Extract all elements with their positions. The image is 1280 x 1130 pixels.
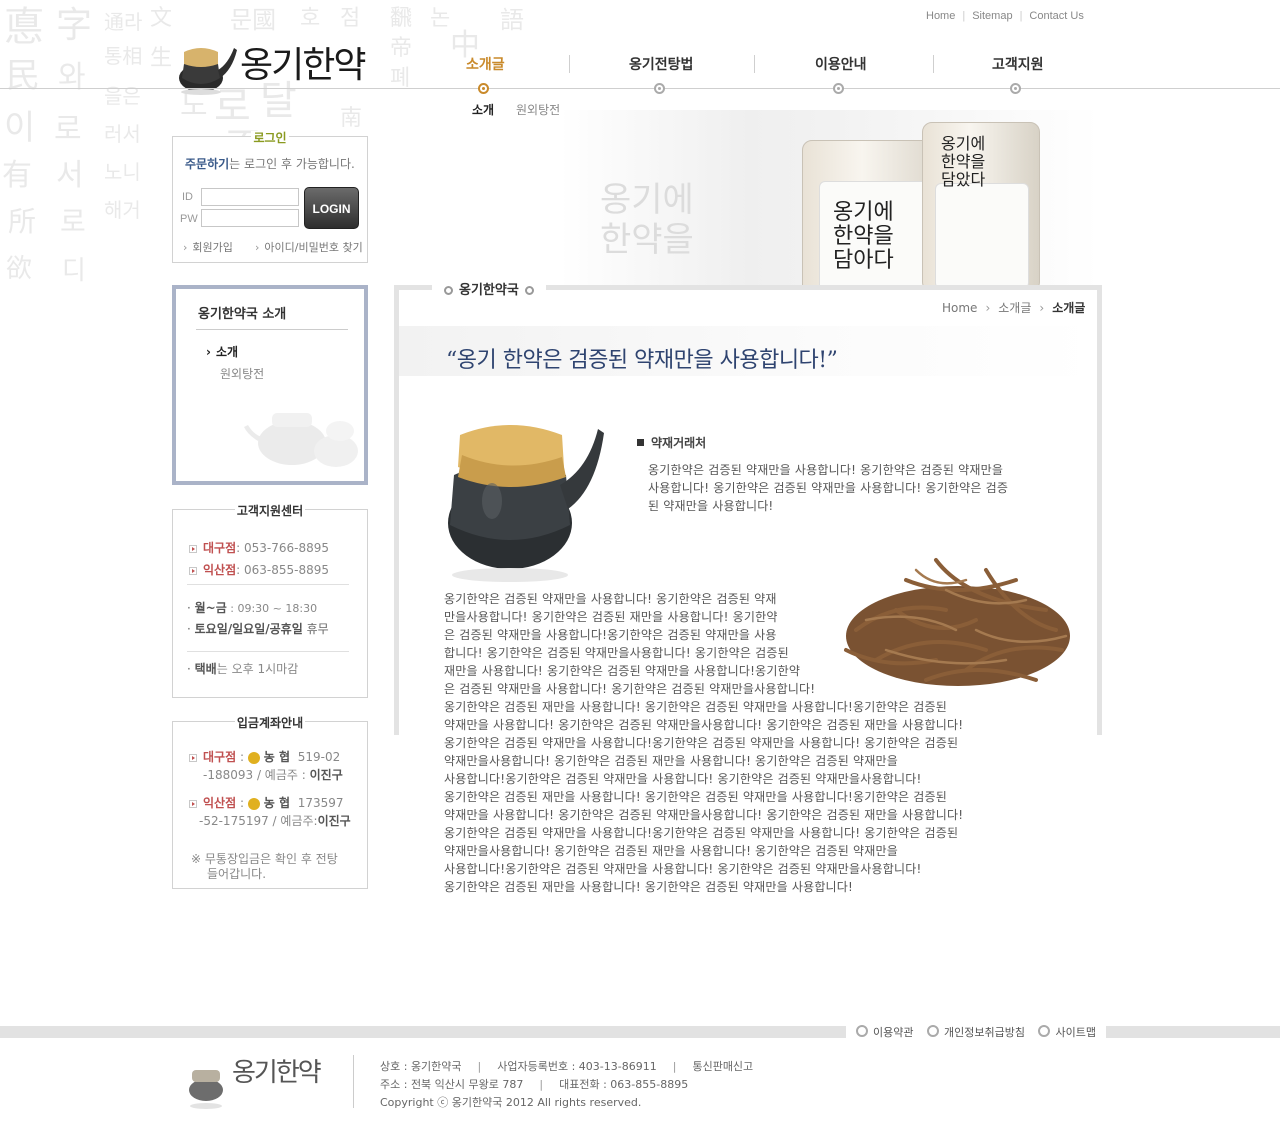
holiday-hours: · 토요일/일요일/공휴일 휴무	[187, 622, 329, 636]
login-button[interactable]: LOGIN	[304, 187, 359, 229]
utility-separator: |	[1019, 10, 1023, 22]
gnb-intro[interactable]: 소개글	[466, 54, 505, 74]
herbal-pot-image	[448, 425, 604, 582]
body-paragraph: 옹기한약은 검증된 약재만을 사용합니다! 옹기한약은 검증된 약재 만을사용합…	[444, 592, 964, 894]
submenu-item-intro[interactable]: 소개	[206, 343, 238, 360]
submenu-divider	[196, 329, 348, 330]
home-link[interactable]: Home	[926, 10, 955, 22]
gnb-separator	[933, 55, 934, 73]
account-box: 입금계좌안내 대구점 : 농 협 519-02 -188093 / 예금주 : …	[172, 716, 368, 889]
nh-bank-icon	[247, 797, 260, 810]
privacy-policy-link[interactable]: 개인정보취급방침	[917, 1026, 1025, 1039]
gnb-support[interactable]: 고객지원	[992, 54, 1044, 74]
gnb-separator	[569, 55, 570, 73]
left-submenu: 옹기한약국 소개 소개 원외탕전	[172, 285, 368, 485]
sub-gnb-outside[interactable]: 원외탕전	[516, 101, 560, 118]
account-daegu-number: -188093 / 예금주 : 이진구	[203, 768, 343, 782]
arrow-bullet-icon	[189, 544, 197, 553]
account-iksan-number: -52-175197 / 예금주:이진구	[199, 814, 351, 828]
ring-icon	[524, 286, 534, 295]
gnb-dot-icon	[478, 83, 489, 94]
join-link[interactable]: 회원가입	[183, 239, 232, 255]
breadcrumb-current: 소개글	[1052, 301, 1086, 315]
login-note: 주문하기는 로그인 후 가능합니다.	[185, 157, 355, 171]
sitemap-footer-link[interactable]: 사이트맵	[1028, 1026, 1095, 1039]
gnb-dot-icon	[1010, 83, 1021, 94]
main-visual: 옹기에 한약을 옹기에 한약을 담아다 옹기에 한약을 담았다	[560, 110, 1100, 288]
quote-headline: “옹기 한약은 검증된 약재만을 사용합니다!”	[446, 348, 838, 373]
login-title: 로그인	[251, 131, 289, 145]
submenu-item-outside[interactable]: 원외탕전	[220, 365, 264, 382]
nh-bank-icon	[247, 751, 260, 764]
utility-separator: |	[962, 10, 966, 22]
submenu-title: 옹기한약국 소개	[198, 307, 287, 322]
contact-us-link[interactable]: Contact Us	[1029, 10, 1083, 22]
footer-logo-text: 옹기한약	[232, 1058, 322, 1088]
gnb-separator	[754, 55, 755, 73]
login-box: 로그인 주문하기는 로그인 후 가능합니다. ID PW LOGIN 회원가입 …	[172, 131, 368, 263]
pw-label: PW	[180, 213, 198, 225]
footer-divider	[353, 1055, 354, 1108]
arrow-bullet-icon	[189, 753, 197, 762]
footer-info-line-2: 주소 : 전북 익산시 무왕로 787 | 대표전화 : 063-855-8895	[380, 1078, 689, 1091]
customer-center-title: 고객지원센터	[234, 504, 306, 518]
breadcrumb-home[interactable]: Home	[942, 301, 977, 315]
divider	[187, 584, 349, 585]
breadcrumb: Home › 소개글 › 소개글	[942, 299, 1085, 316]
terms-link[interactable]: 이용약관	[856, 1026, 913, 1039]
visual-watermark: 옹기에 한약을	[600, 180, 694, 260]
branch-daegu-phone: 대구점: 053-766-8895	[189, 539, 329, 556]
id-label: ID	[182, 191, 193, 203]
logo-text: 옹기한약	[240, 45, 366, 86]
account-title: 입금계좌안내	[234, 716, 306, 730]
intro-paragraph: 옹기한약은 검증된 약재만을 사용합니다! 옹기한약은 검증된 약재만을 사용합…	[648, 463, 1009, 513]
id-input[interactable]	[201, 188, 299, 206]
sitemap-link[interactable]: Sitemap	[972, 10, 1012, 22]
arrow-bullet-icon	[189, 566, 197, 575]
account-daegu: 대구점 : 농 협 519-02	[189, 748, 340, 765]
chevron-right-icon: ›	[1039, 301, 1045, 315]
content-title: 옹기한약국	[432, 279, 546, 298]
gnb-brewing-method[interactable]: 옹기전탕법	[629, 54, 693, 74]
pot-logo-icon	[179, 48, 237, 95]
sub-gnb-intro[interactable]: 소개	[472, 101, 494, 118]
footer-copyright: Copyright ⓒ 옹기한약국 2012 All rights reserv…	[380, 1096, 642, 1109]
divider	[187, 651, 349, 652]
chevron-right-icon: ›	[985, 301, 991, 315]
section-heading: 약재거래처	[637, 434, 706, 451]
deposit-note-2: 들어갑니다.	[207, 867, 267, 881]
footer-logo: 옹기한약	[186, 1052, 346, 1109]
password-input[interactable]	[201, 209, 299, 227]
gnb-dot-icon	[654, 83, 665, 94]
pot-logo-icon	[189, 1070, 223, 1109]
find-account-link[interactable]: 아이디/비밀번호 찾기	[255, 239, 362, 255]
customer-center-box: 고객지원센터 대구점: 053-766-8895 익산점: 063-855-88…	[172, 504, 368, 698]
gnb-guide[interactable]: 이용안내	[815, 54, 867, 74]
utility-links: Home | Sitemap | Contact Us	[926, 10, 1084, 22]
breadcrumb-section[interactable]: 소개글	[998, 301, 1031, 315]
delivery-note: · 택배는 오후 1시마감	[187, 662, 299, 676]
branch-iksan-phone: 익산점: 063-855-8895	[189, 561, 329, 578]
pot-illustration-icon	[244, 413, 358, 467]
arrow-bullet-icon	[189, 799, 197, 808]
footer-info-line-1: 상호 : 옹기한약국 | 사업자등록번호 : 403-13-86911 | 통신판매신고	[380, 1060, 754, 1073]
gnb-dot-icon	[833, 83, 844, 94]
ring-icon	[444, 286, 453, 295]
product-pouch-image: 옹기에 한약을 담았다	[922, 122, 1040, 288]
header-divider	[0, 88, 1280, 89]
footer-links: 이용약관 개인정보취급방침 사이트맵	[846, 1022, 1106, 1042]
weekday-hours: · 월~금 : 09:30 ~ 18:30	[187, 601, 318, 615]
account-iksan: 익산점 : 농 협 173597	[189, 794, 344, 811]
site-logo[interactable]: 옹기한약	[176, 34, 366, 96]
